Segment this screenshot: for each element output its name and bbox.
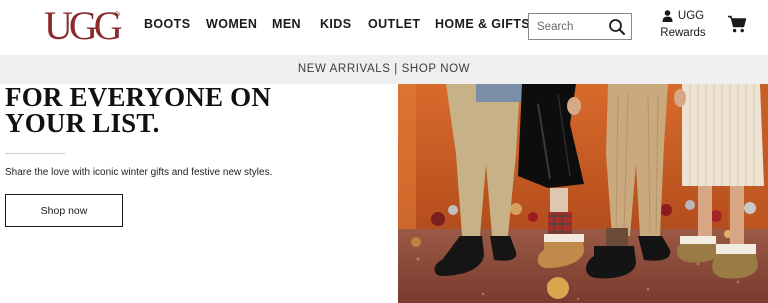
promo-banner: NEW ARRIVALS | SHOP NOW xyxy=(0,55,768,84)
ugg-rewards-link[interactable]: UGG Rewards xyxy=(657,8,709,44)
nav-item-outlet[interactable]: OUTLET xyxy=(368,17,420,31)
logo-mark: UGG xyxy=(44,8,122,44)
hero-title-line-2: YOUR LIST. xyxy=(5,108,160,138)
rewards-label: Rewards xyxy=(660,27,706,39)
hero-photo-illustration xyxy=(398,84,768,303)
hero-image xyxy=(398,84,768,303)
cart-icon[interactable] xyxy=(727,14,747,34)
rewards-label-ugg: UGG xyxy=(677,10,705,22)
search-box xyxy=(528,13,632,40)
user-icon xyxy=(662,10,673,22)
site-header: UGG BOOTS WOMEN MEN KIDS OUTLET HOME & G… xyxy=(0,0,768,55)
hero-title-line-1: FOR EVERYONE ON xyxy=(5,82,272,112)
logo-wordmark: UGG xyxy=(44,8,122,44)
shop-now-button[interactable]: Shop now xyxy=(5,194,123,227)
nav-item-home-gifts[interactable]: HOME & GIFTS xyxy=(435,17,530,31)
rewards-top-line: UGG xyxy=(657,8,709,24)
nav-item-kids[interactable]: KIDS xyxy=(320,17,351,31)
nav-item-boots[interactable]: BOOTS xyxy=(144,17,190,31)
nav-item-women[interactable]: WOMEN xyxy=(206,17,257,31)
search-icon[interactable] xyxy=(608,18,626,36)
promo-link[interactable]: NEW ARRIVALS | SHOP NOW xyxy=(298,63,470,75)
nav-item-men[interactable]: MEN xyxy=(272,17,301,31)
hero-divider xyxy=(5,153,65,154)
hero-title: FOR EVERYONE ON YOUR LIST. xyxy=(5,82,385,138)
ugg-logo[interactable]: UGG xyxy=(44,8,122,44)
search-input[interactable] xyxy=(537,19,607,35)
hero-subtitle: Share the love with iconic winter gifts … xyxy=(5,167,273,178)
